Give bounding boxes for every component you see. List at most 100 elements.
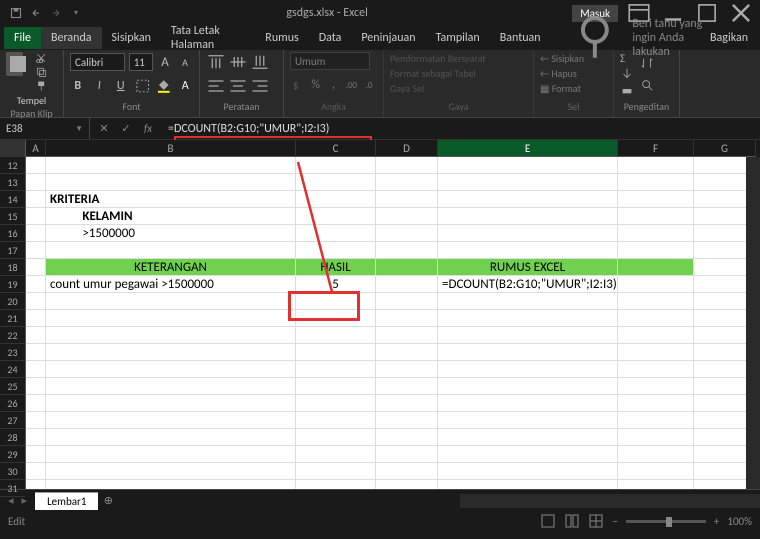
cell[interactable] bbox=[26, 463, 46, 480]
share-button[interactable]: Bagikan bbox=[706, 31, 756, 45]
cell[interactable] bbox=[46, 293, 296, 310]
cell[interactable] bbox=[438, 378, 618, 395]
cut-icon[interactable] bbox=[25, 52, 57, 64]
cell[interactable] bbox=[26, 361, 46, 378]
sort-filter-icon[interactable] bbox=[640, 56, 654, 70]
row-header[interactable]: 17 bbox=[0, 242, 25, 259]
cell[interactable] bbox=[618, 293, 694, 310]
cell[interactable] bbox=[618, 208, 694, 225]
fill-color-icon[interactable] bbox=[156, 76, 172, 96]
sheet-tab-1[interactable]: Lembar1 bbox=[35, 492, 98, 510]
font-name-select[interactable]: Calibri bbox=[70, 53, 125, 71]
zoom-level[interactable]: 100% bbox=[727, 515, 752, 528]
cell[interactable] bbox=[376, 174, 438, 191]
cell[interactable] bbox=[46, 463, 296, 480]
clear-icon[interactable] bbox=[620, 82, 634, 96]
format-table-button[interactable]: Format sebagai Tabel bbox=[390, 67, 527, 80]
cell[interactable] bbox=[296, 327, 376, 344]
col-header-D[interactable]: D bbox=[376, 140, 438, 157]
new-sheet-icon[interactable]: ⊕ bbox=[98, 494, 118, 507]
view-normal-icon[interactable] bbox=[540, 513, 556, 529]
row-header[interactable]: 21 bbox=[0, 310, 25, 327]
find-icon[interactable] bbox=[640, 78, 654, 92]
cell[interactable] bbox=[296, 208, 376, 225]
cell[interactable] bbox=[438, 344, 618, 361]
row-header[interactable]: 29 bbox=[0, 446, 25, 463]
cell[interactable] bbox=[376, 412, 438, 429]
cell[interactable] bbox=[296, 174, 376, 191]
cell[interactable] bbox=[618, 446, 694, 463]
menu-rumus[interactable]: Rumus bbox=[255, 27, 308, 49]
row-header[interactable]: 18 bbox=[0, 259, 25, 276]
align-center-icon[interactable] bbox=[228, 76, 248, 96]
cell[interactable] bbox=[296, 429, 376, 446]
cell-styles-button[interactable]: Gaya Sel bbox=[390, 82, 527, 95]
align-mid-icon[interactable] bbox=[228, 52, 248, 72]
cell[interactable] bbox=[46, 446, 296, 463]
cell[interactable] bbox=[296, 395, 376, 412]
cell[interactable] bbox=[618, 242, 694, 259]
row-header[interactable]: 16 bbox=[0, 225, 25, 242]
cell[interactable] bbox=[618, 174, 694, 191]
cell[interactable] bbox=[438, 225, 618, 242]
cell[interactable] bbox=[438, 310, 618, 327]
cell[interactable] bbox=[296, 361, 376, 378]
col-header-F[interactable]: F bbox=[618, 140, 694, 157]
menu-bantuan[interactable]: Bantuan bbox=[490, 27, 551, 49]
cell[interactable] bbox=[438, 191, 618, 208]
copy-icon[interactable] bbox=[25, 66, 57, 78]
cell[interactable] bbox=[46, 174, 296, 191]
cell[interactable] bbox=[376, 480, 438, 489]
fx-icon[interactable]: fx bbox=[138, 122, 158, 135]
cell[interactable] bbox=[26, 174, 46, 191]
cell[interactable] bbox=[618, 310, 694, 327]
row-header[interactable]: 27 bbox=[0, 412, 25, 429]
cell[interactable] bbox=[26, 276, 46, 293]
row-header[interactable]: 31 bbox=[0, 480, 25, 497]
col-header-G[interactable]: G bbox=[694, 140, 756, 157]
row-header[interactable]: 25 bbox=[0, 378, 25, 395]
col-header-A[interactable]: A bbox=[26, 140, 46, 157]
row-header[interactable]: 14 bbox=[0, 191, 25, 208]
horizontal-scrollbar[interactable] bbox=[460, 494, 760, 508]
zoom-slider[interactable] bbox=[626, 520, 706, 523]
cell[interactable] bbox=[296, 242, 376, 259]
cell[interactable]: KELAMIN bbox=[46, 208, 296, 225]
cell[interactable] bbox=[376, 344, 438, 361]
cond-format-button[interactable]: Pemformatan Bersyarat bbox=[390, 52, 527, 65]
cell[interactable]: >1500000 bbox=[46, 225, 296, 242]
cell[interactable] bbox=[376, 361, 438, 378]
cell[interactable] bbox=[438, 429, 618, 446]
align-bot-icon[interactable] bbox=[250, 52, 270, 72]
select-all-corner[interactable] bbox=[0, 140, 25, 157]
cell[interactable] bbox=[26, 429, 46, 446]
cell[interactable]: KETERANGAN bbox=[46, 259, 296, 276]
cell[interactable] bbox=[376, 225, 438, 242]
enter-formula-icon[interactable]: ✓ bbox=[116, 122, 136, 135]
cell[interactable] bbox=[438, 242, 618, 259]
autosum-icon[interactable]: Σ bbox=[620, 52, 634, 66]
percent-icon[interactable]: % bbox=[308, 75, 324, 95]
increase-font-icon[interactable]: A bbox=[157, 52, 173, 72]
cell[interactable] bbox=[26, 242, 46, 259]
cell[interactable] bbox=[26, 327, 46, 344]
delete-cells-button[interactable]: ← Hapus bbox=[540, 67, 607, 80]
cell[interactable] bbox=[26, 412, 46, 429]
cell[interactable]: 5 bbox=[296, 276, 376, 293]
cell[interactable] bbox=[438, 157, 618, 174]
view-layout-icon[interactable] bbox=[564, 513, 580, 529]
cell[interactable] bbox=[296, 191, 376, 208]
align-left-icon[interactable] bbox=[206, 76, 226, 96]
cell[interactable] bbox=[618, 157, 694, 174]
format-cells-button[interactable]: ▦ Format bbox=[540, 82, 607, 95]
cell[interactable] bbox=[618, 395, 694, 412]
menu-peninjauan[interactable]: Peninjauan bbox=[351, 27, 425, 49]
inc-decimal-icon[interactable]: .00 bbox=[343, 75, 359, 95]
cell[interactable] bbox=[618, 463, 694, 480]
cell[interactable] bbox=[376, 259, 438, 276]
view-pagebreak-icon[interactable] bbox=[588, 513, 604, 529]
italic-button[interactable]: I bbox=[92, 76, 108, 96]
row-header[interactable]: 19 bbox=[0, 276, 25, 293]
row-header[interactable]: 20 bbox=[0, 293, 25, 310]
cell[interactable] bbox=[26, 259, 46, 276]
